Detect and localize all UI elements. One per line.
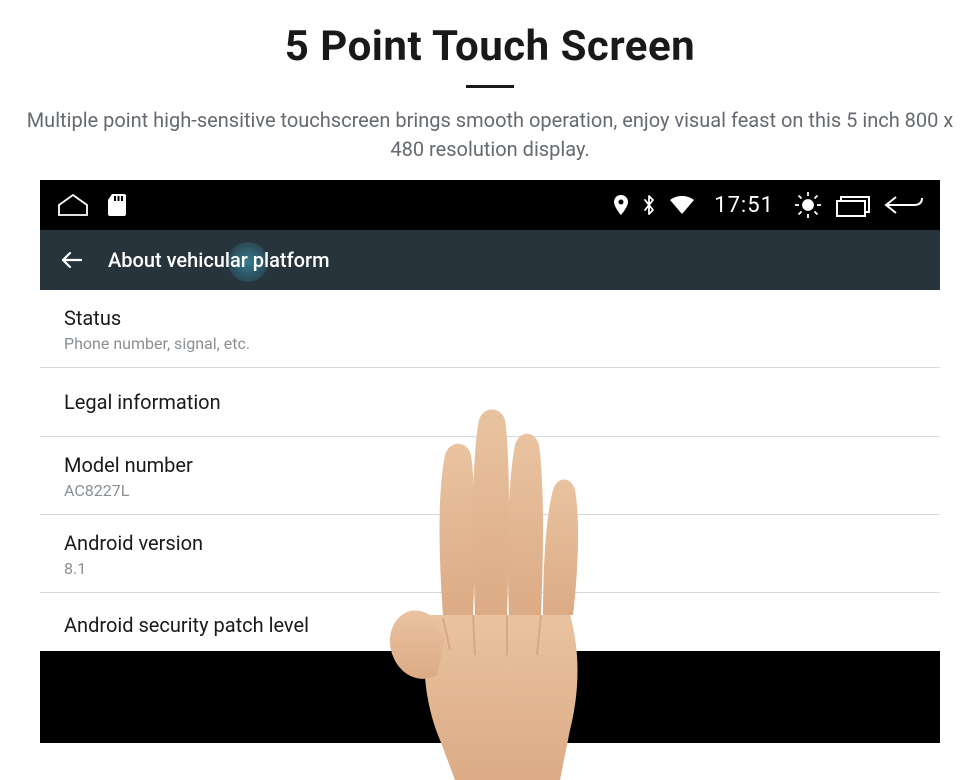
brightness-icon[interactable] bbox=[794, 191, 822, 219]
recents-icon[interactable] bbox=[836, 193, 870, 217]
row-model[interactable]: Model number AC8227L bbox=[40, 437, 940, 515]
location-icon bbox=[614, 195, 628, 215]
row-subtitle: AC8227L bbox=[64, 481, 916, 500]
title-underline bbox=[466, 85, 514, 88]
status-bar: 17:51 bbox=[40, 180, 940, 230]
row-security-patch[interactable]: Android security patch level bbox=[40, 593, 940, 651]
settings-title-bar: About vehicular platform bbox=[40, 230, 940, 290]
row-subtitle: 8.1 bbox=[64, 559, 916, 578]
home-icon[interactable] bbox=[56, 192, 90, 218]
clock-text: 17:51 bbox=[714, 193, 774, 218]
settings-page-title: About vehicular platform bbox=[108, 248, 329, 272]
nav-back-arrow-icon[interactable] bbox=[60, 248, 84, 272]
row-title: Model number bbox=[64, 453, 916, 477]
bluetooth-icon bbox=[642, 194, 656, 216]
row-legal[interactable]: Legal information bbox=[40, 368, 940, 437]
wifi-icon bbox=[670, 196, 694, 214]
row-title: Legal information bbox=[64, 390, 916, 414]
row-subtitle: Phone number, signal, etc. bbox=[64, 334, 916, 353]
row-status[interactable]: Status Phone number, signal, etc. bbox=[40, 290, 940, 368]
page-subtitle: Multiple point high-sensitive touchscree… bbox=[0, 106, 980, 180]
device-frame: 17:51 bbox=[40, 180, 940, 743]
sd-card-icon[interactable] bbox=[108, 194, 126, 216]
back-icon[interactable] bbox=[884, 193, 924, 217]
row-title: Android security patch level bbox=[64, 613, 916, 637]
row-title: Status bbox=[64, 306, 916, 330]
row-title: Android version bbox=[64, 531, 916, 555]
row-android-version[interactable]: Android version 8.1 bbox=[40, 515, 940, 593]
settings-list: Status Phone number, signal, etc. Legal … bbox=[40, 290, 940, 651]
page-title: 5 Point Touch Screen bbox=[0, 0, 980, 71]
